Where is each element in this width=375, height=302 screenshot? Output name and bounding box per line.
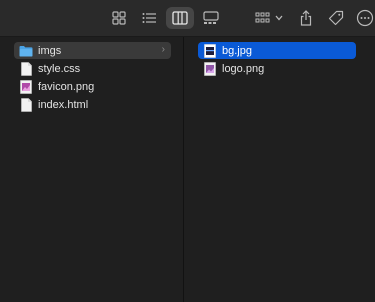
folder-icon xyxy=(19,44,33,58)
list-item-label: imgs xyxy=(38,44,62,57)
list-item-index-html[interactable]: index.html xyxy=(14,96,171,113)
group-by-button[interactable] xyxy=(252,7,286,29)
image-file-icon xyxy=(19,79,33,94)
columns-icon xyxy=(172,11,188,25)
share-button[interactable] xyxy=(296,7,316,29)
tag-icon xyxy=(328,10,344,26)
list-item-bg-jpg[interactable]: bg.jpg xyxy=(198,42,356,59)
list-item-favicon-png[interactable]: favicon.png xyxy=(14,78,171,95)
gallery-view-button[interactable] xyxy=(199,7,223,29)
list-item-logo-png[interactable]: logo.png xyxy=(198,60,356,77)
chevron-down-icon xyxy=(275,15,283,21)
toolbar xyxy=(0,0,375,37)
column-view-button[interactable] xyxy=(166,7,194,29)
group-icon xyxy=(255,12,270,23)
column-1: imgs › style.css favicon.png index.html xyxy=(0,37,184,302)
list-item-label: bg.jpg xyxy=(222,44,252,57)
list-item-label: style.css xyxy=(38,62,81,75)
image-file-icon xyxy=(203,61,217,76)
list-item-imgs[interactable]: imgs › xyxy=(14,42,171,59)
list-view-button[interactable] xyxy=(138,7,160,29)
list-item-label: logo.png xyxy=(222,62,265,75)
list-item-label: index.html xyxy=(38,98,89,111)
finder-window: imgs › style.css favicon.png index.html … xyxy=(0,0,375,302)
share-icon xyxy=(300,10,312,26)
list-icon xyxy=(142,13,156,23)
icon-view-button[interactable] xyxy=(108,7,130,29)
grid-icon xyxy=(112,11,126,25)
column-browser: imgs › style.css favicon.png index.html … xyxy=(0,37,375,302)
document-icon xyxy=(19,61,33,76)
list-item-style-css[interactable]: style.css xyxy=(14,60,171,77)
document-icon xyxy=(19,97,33,112)
list-item-label: favicon.png xyxy=(38,80,95,93)
gallery-icon xyxy=(203,11,219,24)
chevron-right-icon: › xyxy=(161,44,165,55)
ellipsis-icon xyxy=(356,9,374,27)
column-2: bg.jpg logo.png xyxy=(184,37,375,302)
image-file-icon xyxy=(203,43,217,58)
more-button[interactable] xyxy=(355,7,375,29)
tags-button[interactable] xyxy=(325,7,347,29)
